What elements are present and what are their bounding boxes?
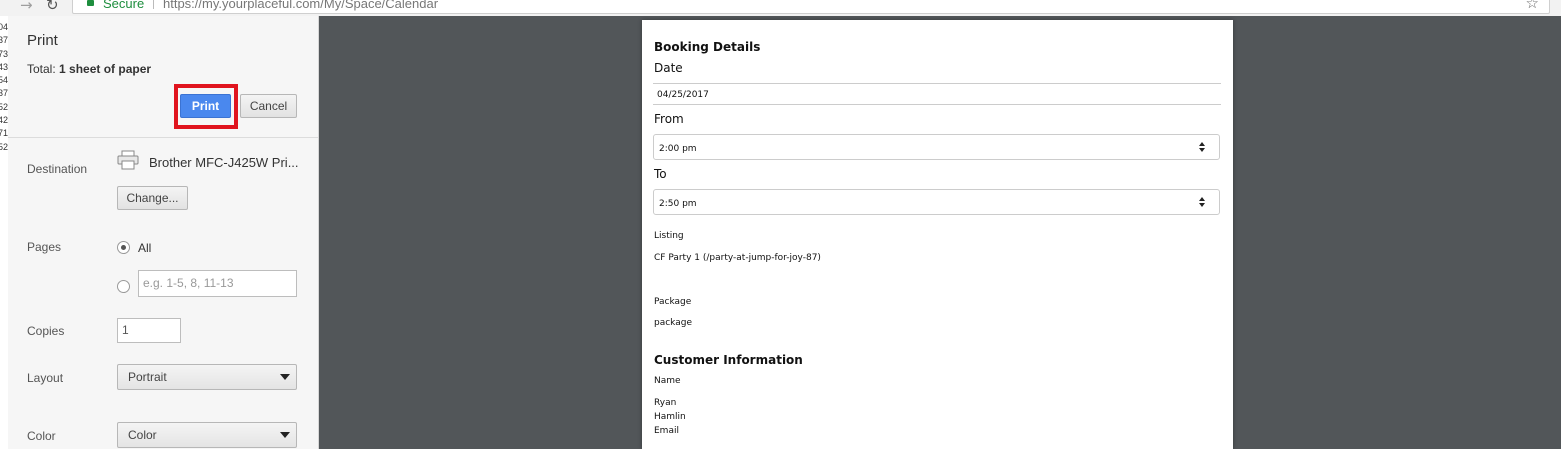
secure-label: Secure: [103, 0, 145, 11]
pages-all-label: All: [138, 241, 152, 255]
total-prefix: Total:: [27, 62, 60, 76]
pages-label: Pages: [27, 240, 62, 254]
print-sidebar: Print Total: 1 sheet of paper Print Canc…: [8, 16, 319, 449]
listing-label: Listing: [654, 231, 684, 241]
print-title: Print: [27, 32, 58, 49]
from-value: 2:00 pm: [659, 144, 697, 154]
underlying-fragment: 04: [0, 22, 8, 32]
underlying-fragment: 37: [0, 35, 8, 46]
pages-range-input[interactable]: e.g. 1-5, 8, 11-13: [138, 270, 297, 297]
to-label: To: [654, 167, 667, 181]
underlying-fragment: 37: [0, 88, 8, 99]
change-destination-button[interactable]: Change...: [117, 186, 188, 210]
pages-all-radio[interactable]: [117, 241, 130, 254]
listing-value: CF Party 1 (/party-at-jump-for-joy-87): [654, 253, 821, 263]
layout-select[interactable]: Portrait: [117, 364, 297, 390]
booking-details-heading: Booking Details: [654, 40, 761, 54]
color-value: Color: [128, 428, 157, 442]
copies-input[interactable]: 1: [117, 318, 181, 343]
updown-arrows-icon: [1199, 195, 1205, 209]
first-name: Ryan: [654, 398, 677, 408]
from-label: From: [654, 112, 684, 126]
print-header: Print Total: 1 sheet of paper Print Canc…: [8, 16, 318, 138]
underlying-fragment: 71: [0, 128, 8, 139]
print-button[interactable]: Print: [180, 94, 231, 118]
star-icon[interactable]: ☆: [1526, 0, 1539, 12]
customer-info-heading: Customer Information: [654, 353, 803, 367]
printer-icon: [117, 150, 139, 170]
lock-icon: [87, 0, 94, 6]
underlying-fragment: 43: [0, 61, 8, 72]
browser-toolbar: → ↻ Secure https://my.yourplaceful.com/M…: [0, 0, 1561, 16]
to-select: 2:50 pm: [653, 189, 1220, 215]
reload-icon[interactable]: ↻: [46, 0, 59, 14]
layout-label: Layout: [27, 371, 64, 385]
printer-name: Brother MFC-J425W Pri...: [149, 155, 299, 170]
forward-arrow-icon[interactable]: →: [20, 0, 33, 14]
underlying-fragment: 73: [0, 48, 8, 59]
cancel-button[interactable]: Cancel: [240, 94, 297, 118]
underlying-fragment: 52: [0, 141, 8, 152]
date-label: Date: [654, 61, 683, 75]
underlying-fragment: 54: [0, 75, 8, 86]
total-sheets: Total: 1 sheet of paper: [27, 62, 151, 76]
date-field: 04/25/2017: [653, 83, 1221, 105]
chevron-down-icon: [280, 374, 290, 380]
layout-value: Portrait: [128, 370, 167, 384]
color-select[interactable]: Color: [117, 422, 297, 448]
package-value: package: [654, 318, 692, 328]
underlying-fragment: 42: [0, 115, 8, 126]
to-value: 2:50 pm: [659, 199, 697, 209]
chevron-down-icon: [280, 432, 290, 438]
destination-label: Destination: [27, 162, 88, 176]
pages-custom-radio[interactable]: [117, 280, 130, 293]
package-label: Package: [654, 297, 692, 307]
url-text[interactable]: https://my.yourplaceful.com/My/Space/Cal…: [163, 0, 438, 11]
address-bar[interactable]: Secure https://my.yourplaceful.com/My/Sp…: [72, 0, 1550, 14]
total-value: 1 sheet of paper: [59, 62, 152, 76]
updown-arrows-icon: [1199, 140, 1205, 154]
copies-label: Copies: [27, 324, 65, 338]
name-label: Name: [654, 376, 681, 386]
address-separator: [153, 0, 154, 9]
from-select: 2:00 pm: [653, 134, 1220, 160]
underlying-page: 04 37 73 43 54 37 52 42 71 52: [0, 16, 8, 449]
print-preview-page: Booking Details Date 04/25/2017 From 2:0…: [642, 20, 1233, 449]
last-name: Hamlin: [654, 412, 686, 422]
color-label: Color: [27, 429, 56, 443]
underlying-fragment: 52: [0, 101, 8, 112]
email-label: Email: [654, 426, 679, 436]
